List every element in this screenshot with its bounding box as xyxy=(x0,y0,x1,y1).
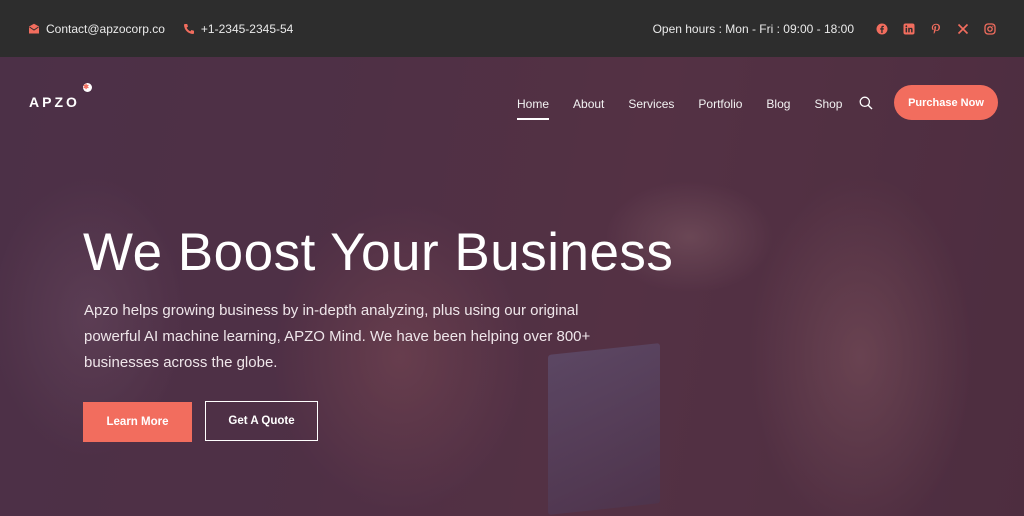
nav-item-services[interactable]: Services xyxy=(628,97,674,120)
phone-text: +1-2345-2345-54 xyxy=(200,21,294,36)
logo-text: APZO xyxy=(29,94,80,110)
x-icon[interactable] xyxy=(957,23,969,35)
envelope-icon xyxy=(29,23,39,33)
hero-section: APZO ✱ Home About Services Portfolio Blo… xyxy=(0,57,1024,516)
search-icon[interactable] xyxy=(859,96,873,110)
linkedin-icon[interactable] xyxy=(903,23,915,35)
site-logo[interactable]: APZO ✱ xyxy=(29,83,92,110)
nav-item-portfolio[interactable]: Portfolio xyxy=(698,97,742,120)
pinterest-icon[interactable] xyxy=(930,23,942,35)
logo-star-icon: ✱ xyxy=(83,83,92,92)
facebook-icon[interactable] xyxy=(876,23,888,35)
hero-title: We Boost Your Business xyxy=(83,223,674,282)
main-nav: Home About Services Portfolio Blog Shop xyxy=(517,97,866,120)
phone-icon xyxy=(183,23,194,34)
email-contact[interactable]: Contact@apzocorp.co xyxy=(28,22,165,36)
purchase-now-button[interactable]: Purchase Now xyxy=(894,85,998,120)
phone-contact[interactable]: +1-2345-2345-54 xyxy=(183,22,293,36)
nav-item-shop[interactable]: Shop xyxy=(814,97,842,120)
hero-description: Apzo helps growing business by in-depth … xyxy=(84,302,591,371)
instagram-icon[interactable] xyxy=(984,22,996,35)
get-a-quote-button[interactable]: Get A Quote xyxy=(205,401,318,441)
nav-item-home[interactable]: Home xyxy=(517,97,550,120)
learn-more-button[interactable]: Learn More xyxy=(83,402,192,442)
email-text: Contact@apzocorp.co xyxy=(46,21,165,36)
nav-item-about[interactable]: About xyxy=(573,97,604,120)
top-bar: Contact@apzocorp.co +1-2345-2345-54 Open… xyxy=(0,0,1024,57)
hero-overlay xyxy=(0,57,1024,516)
nav-item-blog[interactable]: Blog xyxy=(766,97,790,120)
social-links xyxy=(876,22,996,35)
open-hours: Open hours : Mon - Fri : 09:00 - 18:00 xyxy=(652,21,854,36)
